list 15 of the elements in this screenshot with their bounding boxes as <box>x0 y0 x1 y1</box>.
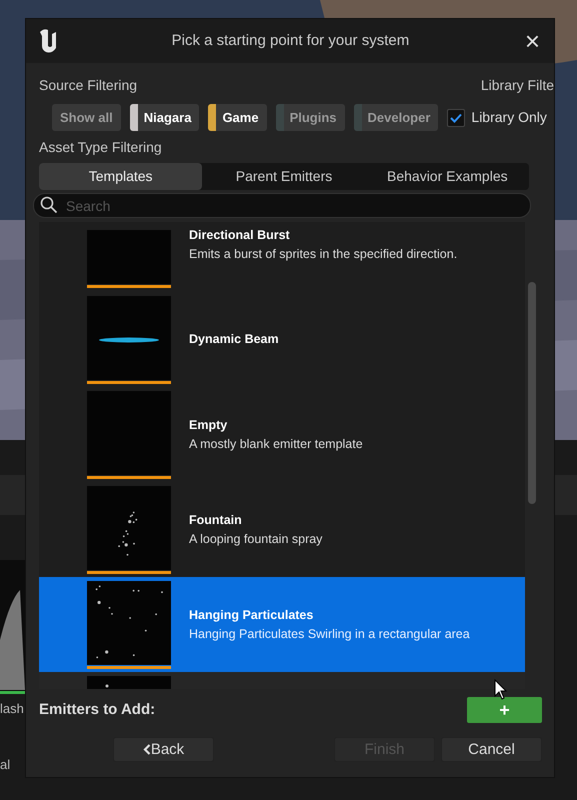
chevron-left-icon <box>142 744 151 755</box>
item-title: Hanging Particulates <box>189 606 314 624</box>
back-button[interactable]: Back <box>113 737 214 762</box>
dialog-button[interactable]: Cancel <box>441 737 542 762</box>
item-title: Fountain <box>189 512 243 529</box>
item-description: Hanging Particulates Swirling in a rectangular area <box>189 626 470 643</box>
item-description: A mostly blank emitter template <box>189 436 363 453</box>
panel-label: lash <box>0 700 24 718</box>
list-item[interactable]: Fountain A looping fountain spray <box>39 482 525 577</box>
list-item[interactable]: Hanging Particulates Hanging Particulates Swirling in a rectangular area <box>39 577 525 672</box>
cursor-icon <box>494 679 508 701</box>
item-description: A looping fountain spray <box>189 530 322 548</box>
section-label: Emitters to Add: <box>39 700 156 720</box>
add-button[interactable]: + <box>467 697 542 723</box>
panel-label: al <box>0 756 10 774</box>
